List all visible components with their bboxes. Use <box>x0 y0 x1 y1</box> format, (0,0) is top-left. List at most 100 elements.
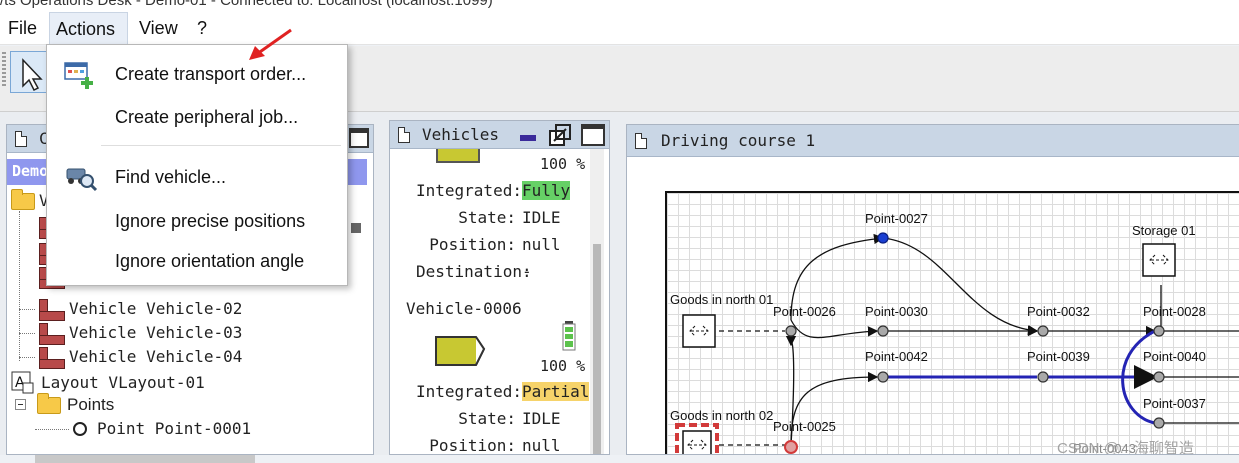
vehicle-icon <box>37 347 65 369</box>
location-goods-north-02 <box>675 423 719 454</box>
label-point-0028: Point-0028 <box>1143 304 1206 319</box>
vehicle-1-state-label: State: <box>458 208 516 227</box>
vehicle-shape-icon <box>435 336 486 366</box>
vehicle-card-1-figure[interactable] <box>404 149 516 169</box>
point-0030 <box>877 325 889 337</box>
vehicle-1-destination-label: Destination: <box>416 262 532 281</box>
vehicle-1-state-value: IDLE <box>522 208 561 227</box>
point-0027 <box>877 232 889 244</box>
menu-item-ignore-precise-positions[interactable]: Ignore precise positions <box>115 211 305 232</box>
tree-item-label: Layout VLayout-01 <box>41 373 205 392</box>
menu-actions[interactable]: Actions <box>49 12 128 45</box>
maximize-icon[interactable] <box>581 124 605 146</box>
menubar: File Actions View ? <box>0 12 1239 45</box>
tree-guide-line <box>19 211 20 361</box>
menu-view[interactable]: View <box>133 12 184 45</box>
menu-item-create-peripheral-job[interactable]: Create peripheral job... <box>115 107 298 128</box>
minimize-icon[interactable] <box>520 135 536 141</box>
course-graph: Point-0027 Storage 01 Goods in north 01 … <box>670 211 1239 455</box>
vehicles-panel-header: Vehicles <box>390 121 609 149</box>
label-point-0027: Point-0027 <box>865 211 928 226</box>
label-point-0025: Point-0025 <box>773 419 836 434</box>
tree-item-label: Vehicle Vehicle-02 <box>69 299 243 318</box>
float-window-icon[interactable] <box>548 123 572 147</box>
vehicle-2-battery: 100 % <box>540 357 586 375</box>
toolbar-grip[interactable] <box>2 52 6 88</box>
menu-item-create-transport-order[interactable]: Create transport order... <box>115 64 306 85</box>
point-0026 <box>785 325 797 337</box>
vehicles-scrollbar[interactable] <box>590 149 604 454</box>
vehicle-2-position-label: Position: <box>429 436 516 455</box>
transport-order-icon <box>64 62 93 89</box>
point-0025 <box>784 440 798 454</box>
point-0037 <box>1153 417 1165 429</box>
document-icon <box>15 131 27 147</box>
path-25-42 <box>790 371 879 446</box>
vehicle-2-integrated-label: Integrated: <box>416 382 522 401</box>
point-0028 <box>1153 325 1165 337</box>
vehicle-2-state-label: State: <box>458 409 516 428</box>
vehicle-icon <box>37 323 65 345</box>
tree-item-label: Vehicle Vehicle-03 <box>69 323 243 342</box>
point-0040 <box>1153 371 1165 383</box>
watermark: CSDN @…海聊智造 <box>1057 439 1194 455</box>
vehicles-panel-title: Vehicles <box>422 125 500 144</box>
vehicle-2-state-value: IDLE <box>522 409 561 428</box>
point-0042 <box>877 371 889 383</box>
label-point-0039: Point-0039 <box>1027 349 1090 364</box>
label-point-0042: Point-0042 <box>865 349 928 364</box>
horizontal-scrollbar[interactable] <box>35 455 255 463</box>
label-storage-01: Storage 01 <box>1132 223 1196 238</box>
vehicle-1-destination-value: - <box>522 262 532 281</box>
battery-icon <box>562 321 576 351</box>
find-vehicle-icon <box>66 168 98 192</box>
vehicle-2-position-value: null <box>522 436 561 455</box>
tree-item-label: Point Point-0001 <box>97 419 252 438</box>
point-0032 <box>1037 325 1049 337</box>
folder-icon <box>11 189 35 210</box>
menu-file[interactable]: File <box>2 12 43 45</box>
vehicle-1-integrated-value: Fully <box>522 181 571 200</box>
label-goods-north-01: Goods in north 01 <box>670 292 773 307</box>
collapse-toggle-icon[interactable] <box>15 399 26 410</box>
tree-branch <box>19 333 35 334</box>
point-icon <box>73 422 87 436</box>
actions-dropdown-menu: Create transport order... Create periphe… <box>46 44 348 286</box>
label-point-0037: Point-0037 <box>1143 396 1206 411</box>
menu-item-find-vehicle[interactable]: Find vehicle... <box>115 167 226 188</box>
maximize-icon[interactable] <box>349 128 369 148</box>
window-title: /ts Operations Desk - Demo-01 - Connecte… <box>0 0 493 9</box>
tree-item-label: Points <box>67 395 115 414</box>
layout-icon: A <box>11 371 34 394</box>
tree-branch <box>19 309 35 310</box>
document-icon <box>398 127 410 143</box>
point-0039 <box>1037 371 1049 383</box>
label-goods-north-02: Goods in north 02 <box>670 408 773 423</box>
annotation-arrow-icon <box>249 28 292 60</box>
menu-item-ignore-orientation-angle[interactable]: Ignore orientation angle <box>115 251 304 272</box>
vehicle-2-name: Vehicle-0006 <box>406 299 522 318</box>
scrollbar-thumb[interactable] <box>593 244 601 454</box>
path-26-30 <box>790 319 879 339</box>
label-point-0026: Point-0026 <box>773 304 836 319</box>
menu-separator <box>101 145 341 146</box>
label-point-0030: Point-0030 <box>865 304 928 319</box>
menu-help[interactable]: ? <box>191 12 213 45</box>
vehicle-body-icon <box>436 149 480 163</box>
tree-branch <box>19 357 35 358</box>
vehicle-1-integrated-label: Integrated: <box>416 181 522 200</box>
driving-course-panel: Driving course 1 Point-0027 Storage 01 G… <box>626 124 1239 455</box>
model-label: Demo <box>12 162 49 180</box>
vehicle-2-integrated-value: Partial <box>522 382 590 401</box>
label-point-0032: Point-0032 <box>1027 304 1090 319</box>
vehicle-1-position-value: null <box>522 235 561 254</box>
vehicle-1-position-label: Position: <box>429 235 516 254</box>
vehicle-icon <box>37 299 65 321</box>
location-storage-01 <box>1142 243 1176 277</box>
scroll-marker <box>351 223 361 233</box>
window-titlebar: /ts Operations Desk - Demo-01 - Connecte… <box>0 0 1239 12</box>
location-goods-north-01 <box>682 314 716 348</box>
select-tool-button[interactable] <box>10 51 50 93</box>
vehicles-panel: Vehicles 100 % Integrated: Fully State: … <box>389 120 610 455</box>
vehicle-card-2-figure[interactable] <box>404 321 516 379</box>
